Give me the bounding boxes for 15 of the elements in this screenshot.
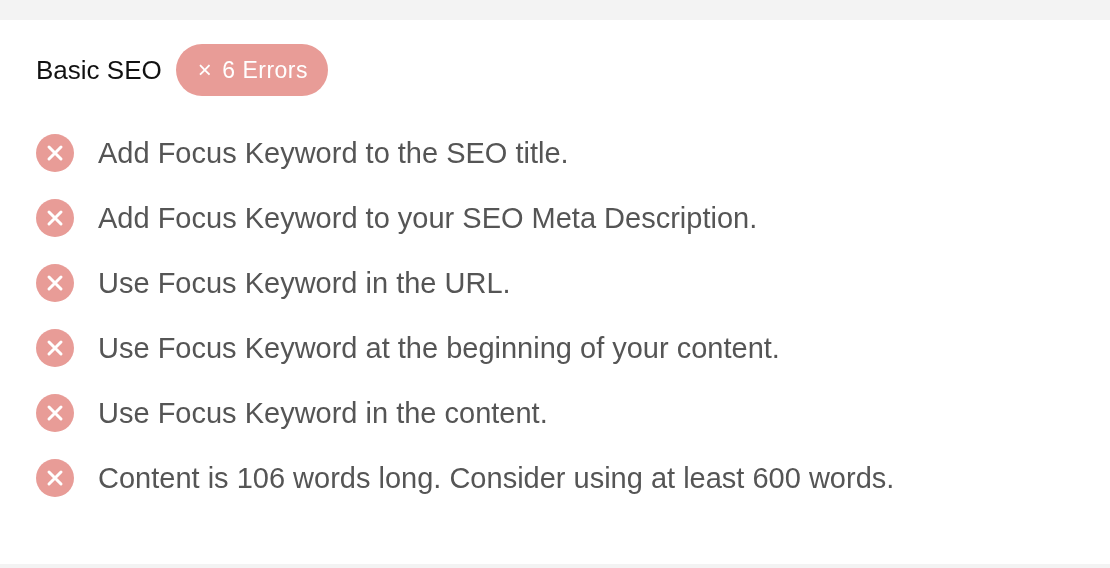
check-message: Add Focus Keyword to the SEO title. (98, 136, 569, 170)
check-message: Use Focus Keyword in the URL. (98, 266, 511, 300)
error-count: 6 Errors (222, 56, 309, 84)
error-icon (36, 264, 74, 302)
section-title: Basic SEO (36, 54, 162, 86)
error-icon (36, 134, 74, 172)
check-message: Add Focus Keyword to your SEO Meta Description. (98, 201, 758, 235)
error-icon (36, 199, 74, 237)
error-icon (36, 329, 74, 367)
error-icon (36, 459, 74, 497)
check-message: Use Focus Keyword in the content. (98, 396, 548, 430)
check-message: Use Focus Keyword at the beginning of your content. (98, 331, 780, 365)
close-icon: × (197, 56, 213, 84)
check-message: Content is 106 words long. Consider using at least 600 words. (98, 461, 895, 495)
error-icon (36, 394, 74, 432)
